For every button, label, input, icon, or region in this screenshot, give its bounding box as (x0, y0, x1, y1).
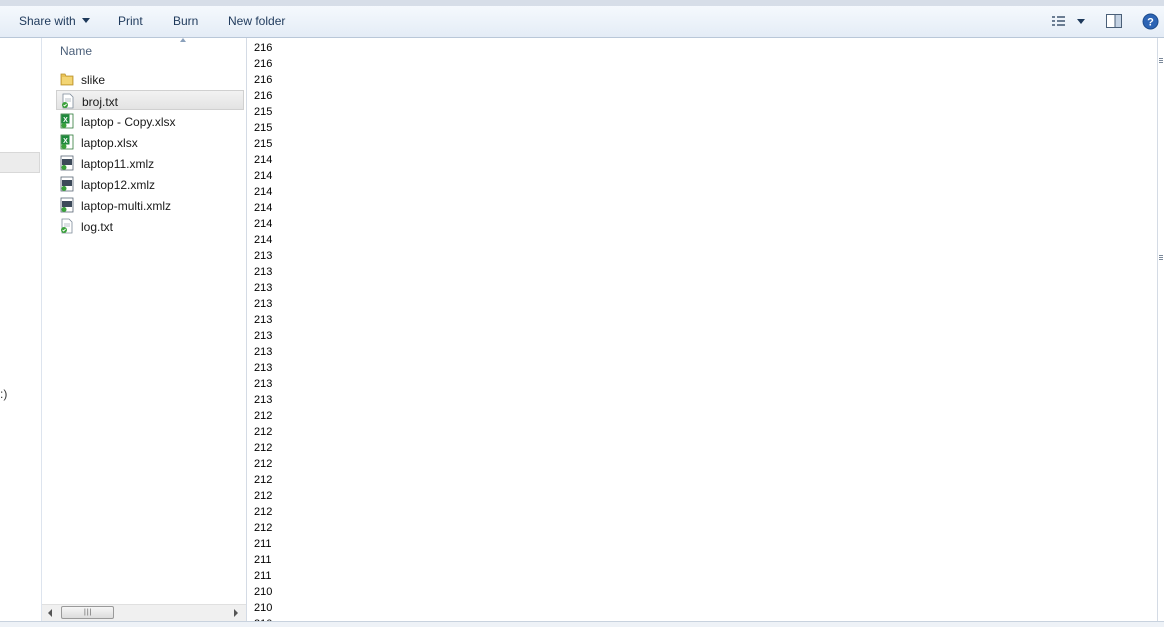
file-row-laptop12-xmlz[interactable]: laptop12.xmlz (56, 174, 244, 194)
grip-icon (1159, 58, 1163, 59)
preview-text-line: 214 (254, 186, 273, 198)
preview-pane[interactable]: 216 216 216 216 215 215 215 214 214 214 214 214 214 2… (247, 38, 1157, 621)
burn-button[interactable]: Burn (173, 14, 198, 28)
file-name: log.txt (81, 220, 114, 234)
text-file-icon (61, 218, 73, 234)
excel-file-icon: X (60, 134, 74, 150)
navigation-selected-item[interactable] (0, 152, 40, 173)
preview-text-line: 212 (254, 426, 273, 438)
preview-text-line: 215 (254, 138, 273, 150)
file-row-laptop11-xmlz[interactable]: laptop11.xmlz (56, 153, 244, 173)
file-row-laptop-copy-xlsx[interactable]: X laptop - Copy.xlsx (56, 111, 244, 131)
preview-text-line: 213 (254, 298, 273, 310)
file-name: laptop-multi.xmlz (81, 199, 172, 213)
preview-text-line: 213 (254, 330, 273, 342)
preview-text-line: 213 (254, 394, 273, 406)
preview-text-line: 213 (254, 266, 273, 278)
scroll-right-icon[interactable] (234, 609, 238, 617)
file-name: laptop.xlsx (81, 136, 138, 150)
preview-text-line: 214 (254, 170, 273, 182)
preview-text-line: 210 (254, 602, 273, 614)
new-folder-button[interactable]: New folder (228, 14, 285, 28)
help-button[interactable]: ? (1142, 13, 1159, 33)
preview-text-line: 213 (254, 314, 273, 326)
scrollbar-thumb[interactable]: ||| (61, 606, 114, 619)
file-name: laptop12.xmlz (81, 178, 156, 192)
preview-pane-button[interactable] (1106, 14, 1123, 32)
preview-text-line: 211 (254, 538, 272, 550)
file-row-laptop-xlsx[interactable]: X laptop.xlsx (56, 132, 244, 152)
xml-file-icon (60, 197, 74, 213)
folder-icon (60, 73, 74, 86)
file-row-log-txt[interactable]: log.txt (56, 216, 244, 236)
preview-text-line: 216 (254, 58, 273, 70)
preview-text-line: 216 (254, 74, 273, 86)
preview-text-line: 212 (254, 458, 273, 470)
preview-text-line: 214 (254, 234, 273, 246)
command-bar: Share with Print Burn New folder ? (0, 6, 1164, 38)
svg-text:X: X (63, 117, 68, 124)
preview-text-line: 216 (254, 42, 273, 54)
chevron-down-icon (81, 18, 90, 23)
preview-text-line: 214 (254, 202, 273, 214)
preview-text-line: 211 (254, 554, 272, 566)
grip-icon (1159, 259, 1163, 260)
grip-icon (1159, 257, 1163, 258)
preview-text-line: 210 (254, 586, 273, 598)
preview-text-line: 212 (254, 474, 273, 486)
file-name: laptop - Copy.xlsx (81, 115, 176, 129)
preview-text-line: 214 (254, 154, 273, 166)
preview-text-line: 213 (254, 378, 273, 390)
scroll-left-icon[interactable] (48, 609, 52, 617)
file-name: laptop11.xmlz (81, 157, 155, 171)
sort-ascending-icon (180, 38, 186, 42)
details-view-icon (1052, 16, 1085, 26)
file-list-pane: Name slike broj.txt X laptop - Copy.xlsx (42, 38, 247, 621)
column-header-label: Name (60, 44, 93, 58)
print-button[interactable]: Print (118, 14, 143, 28)
grip-icon (1159, 60, 1163, 61)
preview-text-line: 215 (254, 122, 273, 134)
navigation-pane: :) (0, 38, 42, 621)
preview-text-line: 212 (254, 442, 273, 454)
view-options-button[interactable] (1050, 14, 1090, 33)
preview-text-line: 212 (254, 410, 273, 422)
file-list-horizontal-scrollbar[interactable]: ||| (42, 604, 246, 622)
preview-text-line: 212 (254, 490, 273, 502)
file-row-slike[interactable]: slike (56, 69, 244, 89)
navigation-item-fragment[interactable]: :) (0, 387, 7, 401)
column-header-name[interactable]: Name (42, 38, 246, 64)
preview-text-line: 211 (254, 570, 272, 582)
preview-text-line: 214 (254, 218, 273, 230)
preview-text-line: 215 (254, 106, 273, 118)
preview-text-line: 213 (254, 362, 273, 374)
preview-text-line: 213 (254, 250, 273, 262)
file-name: broj.txt (82, 95, 119, 109)
preview-pane-icon (1106, 14, 1122, 28)
grip-icon (1159, 255, 1163, 256)
excel-file-icon: X (60, 113, 74, 129)
preview-text-line: 213 (254, 346, 273, 358)
xml-file-icon (60, 176, 74, 192)
window-bottom-edge (0, 621, 1164, 627)
xml-file-icon (60, 155, 74, 171)
file-name: slike (81, 73, 106, 87)
preview-text-line: 213 (254, 282, 273, 294)
share-with-button[interactable]: Share with (19, 14, 90, 28)
file-row-laptop-multi-xmlz[interactable]: laptop-multi.xmlz (56, 195, 244, 215)
svg-text:X: X (63, 138, 68, 145)
text-file-icon (62, 93, 74, 109)
file-row-broj-txt[interactable]: broj.txt (56, 90, 244, 110)
svg-text:?: ? (1147, 17, 1154, 29)
grip-icon (1159, 62, 1163, 63)
preview-text-line: 212 (254, 522, 273, 534)
preview-text-line: 212 (254, 506, 273, 518)
preview-text-line: 216 (254, 90, 273, 102)
grip-icon: ||| (84, 609, 93, 616)
help-icon: ? (1142, 13, 1159, 30)
share-with-label: Share with (19, 14, 76, 28)
preview-vertical-scrollbar[interactable] (1157, 38, 1164, 621)
